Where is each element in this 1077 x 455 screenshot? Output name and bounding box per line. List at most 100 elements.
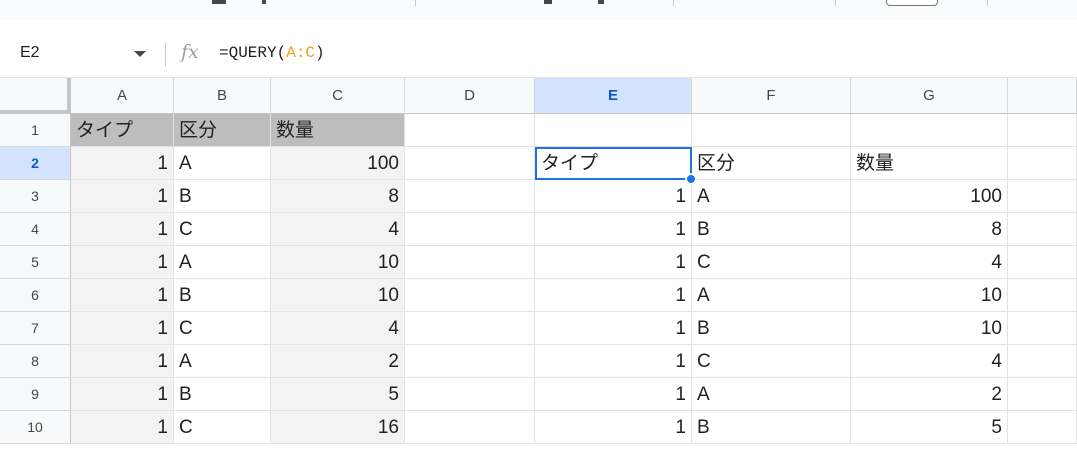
cell-d6[interactable]	[405, 279, 535, 312]
cell-b9[interactable]: B	[174, 378, 271, 411]
column-header-a[interactable]: A	[71, 78, 174, 114]
name-box[interactable]: E2	[20, 44, 40, 62]
cell-e7[interactable]: 1	[535, 312, 692, 345]
cell-f7[interactable]: B	[692, 312, 851, 345]
cell-h7[interactable]	[1008, 312, 1077, 345]
cell-c1[interactable]: 数量	[271, 114, 405, 147]
cell-e1[interactable]	[535, 114, 692, 147]
cell-d10[interactable]	[405, 411, 535, 444]
cell-c9[interactable]: 5	[271, 378, 405, 411]
cell-f6[interactable]: A	[692, 279, 851, 312]
row-header-7[interactable]: 7	[0, 312, 71, 345]
cell-d5[interactable]	[405, 246, 535, 279]
cell-b3[interactable]: B	[174, 180, 271, 213]
cell-a7[interactable]: 1	[71, 312, 174, 345]
select-all-corner[interactable]	[0, 78, 71, 114]
cell-e5[interactable]: 1	[535, 246, 692, 279]
cell-h2[interactable]	[1008, 147, 1077, 180]
cell-c4[interactable]: 4	[271, 213, 405, 246]
column-header-c[interactable]: C	[271, 78, 405, 114]
cell-h9[interactable]	[1008, 378, 1077, 411]
cell-h4[interactable]	[1008, 213, 1077, 246]
cell-b6[interactable]: B	[174, 279, 271, 312]
cell-d3[interactable]	[405, 180, 535, 213]
cell-a8[interactable]: 1	[71, 345, 174, 378]
cell-g5[interactable]: 4	[851, 246, 1008, 279]
fill-handle[interactable]	[685, 173, 697, 185]
formula-input[interactable]: =QUERY(A:C)	[219, 44, 325, 62]
cell-h1[interactable]	[1008, 114, 1077, 147]
row-header-4[interactable]: 4	[0, 213, 71, 246]
cell-h6[interactable]	[1008, 279, 1077, 312]
cell-f4[interactable]: B	[692, 213, 851, 246]
cell-g3[interactable]: 100	[851, 180, 1008, 213]
cell-e9[interactable]: 1	[535, 378, 692, 411]
cell-e8[interactable]: 1	[535, 345, 692, 378]
row-header-6[interactable]: 6	[0, 279, 71, 312]
cell-a4[interactable]: 1	[71, 213, 174, 246]
column-header-e[interactable]: E	[535, 78, 692, 114]
cell-e3[interactable]: 1	[535, 180, 692, 213]
cell-b5[interactable]: A	[174, 246, 271, 279]
cell-h5[interactable]	[1008, 246, 1077, 279]
cell-d1[interactable]	[405, 114, 535, 147]
cell-g4[interactable]: 8	[851, 213, 1008, 246]
cell-f1[interactable]	[692, 114, 851, 147]
cell-b7[interactable]: C	[174, 312, 271, 345]
cell-e10[interactable]: 1	[535, 411, 692, 444]
cell-e6[interactable]: 1	[535, 279, 692, 312]
cell-e2[interactable]: タイプ	[535, 147, 692, 180]
toolbar-icon[interactable]	[262, 0, 266, 4]
cell-g9[interactable]: 2	[851, 378, 1008, 411]
row-header-3[interactable]: 3	[0, 180, 71, 213]
row-header-9[interactable]: 9	[0, 378, 71, 411]
cell-c3[interactable]: 8	[271, 180, 405, 213]
cell-h3[interactable]	[1008, 180, 1077, 213]
column-header-b[interactable]: B	[174, 78, 271, 114]
cell-c2[interactable]: 100	[271, 147, 405, 180]
row-header-2[interactable]: 2	[0, 147, 71, 180]
cell-g1[interactable]	[851, 114, 1008, 147]
cell-h10[interactable]	[1008, 411, 1077, 444]
row-header-1[interactable]: 1	[0, 114, 71, 147]
cell-a2[interactable]: 1	[71, 147, 174, 180]
cell-c6[interactable]: 10	[271, 279, 405, 312]
row-header-8[interactable]: 8	[0, 345, 71, 378]
cell-f5[interactable]: C	[692, 246, 851, 279]
cell-a1[interactable]: タイプ	[71, 114, 174, 147]
column-header-d[interactable]: D	[405, 78, 535, 114]
cell-b4[interactable]: C	[174, 213, 271, 246]
cell-g8[interactable]: 4	[851, 345, 1008, 378]
cell-f9[interactable]: A	[692, 378, 851, 411]
chevron-down-icon[interactable]	[134, 51, 146, 57]
column-header-overflow[interactable]	[1008, 78, 1077, 114]
cell-c5[interactable]: 10	[271, 246, 405, 279]
cell-b2[interactable]: A	[174, 147, 271, 180]
cell-b8[interactable]: A	[174, 345, 271, 378]
cell-a5[interactable]: 1	[71, 246, 174, 279]
column-header-g[interactable]: G	[851, 78, 1008, 114]
cell-a6[interactable]: 1	[71, 279, 174, 312]
row-header-10[interactable]: 10	[0, 411, 71, 444]
cell-c8[interactable]: 2	[271, 345, 405, 378]
cell-g6[interactable]: 10	[851, 279, 1008, 312]
toolbar-icon[interactable]	[598, 0, 604, 4]
cell-f2[interactable]: 区分	[692, 147, 851, 180]
cell-g7[interactable]: 10	[851, 312, 1008, 345]
cell-a10[interactable]: 1	[71, 411, 174, 444]
cell-a9[interactable]: 1	[71, 378, 174, 411]
cell-d7[interactable]	[405, 312, 535, 345]
cell-d9[interactable]	[405, 378, 535, 411]
cell-g2[interactable]: 数量	[851, 147, 1008, 180]
cell-d4[interactable]	[405, 213, 535, 246]
toolbar-icon[interactable]	[212, 0, 226, 4]
cell-f10[interactable]: B	[692, 411, 851, 444]
cell-c7[interactable]: 4	[271, 312, 405, 345]
cell-f8[interactable]: C	[692, 345, 851, 378]
toolbar-button[interactable]	[886, 0, 938, 6]
row-header-5[interactable]: 5	[0, 246, 71, 279]
cell-f3[interactable]: A	[692, 180, 851, 213]
cell-c10[interactable]: 16	[271, 411, 405, 444]
toolbar-icon[interactable]	[544, 0, 552, 4]
cell-b10[interactable]: C	[174, 411, 271, 444]
